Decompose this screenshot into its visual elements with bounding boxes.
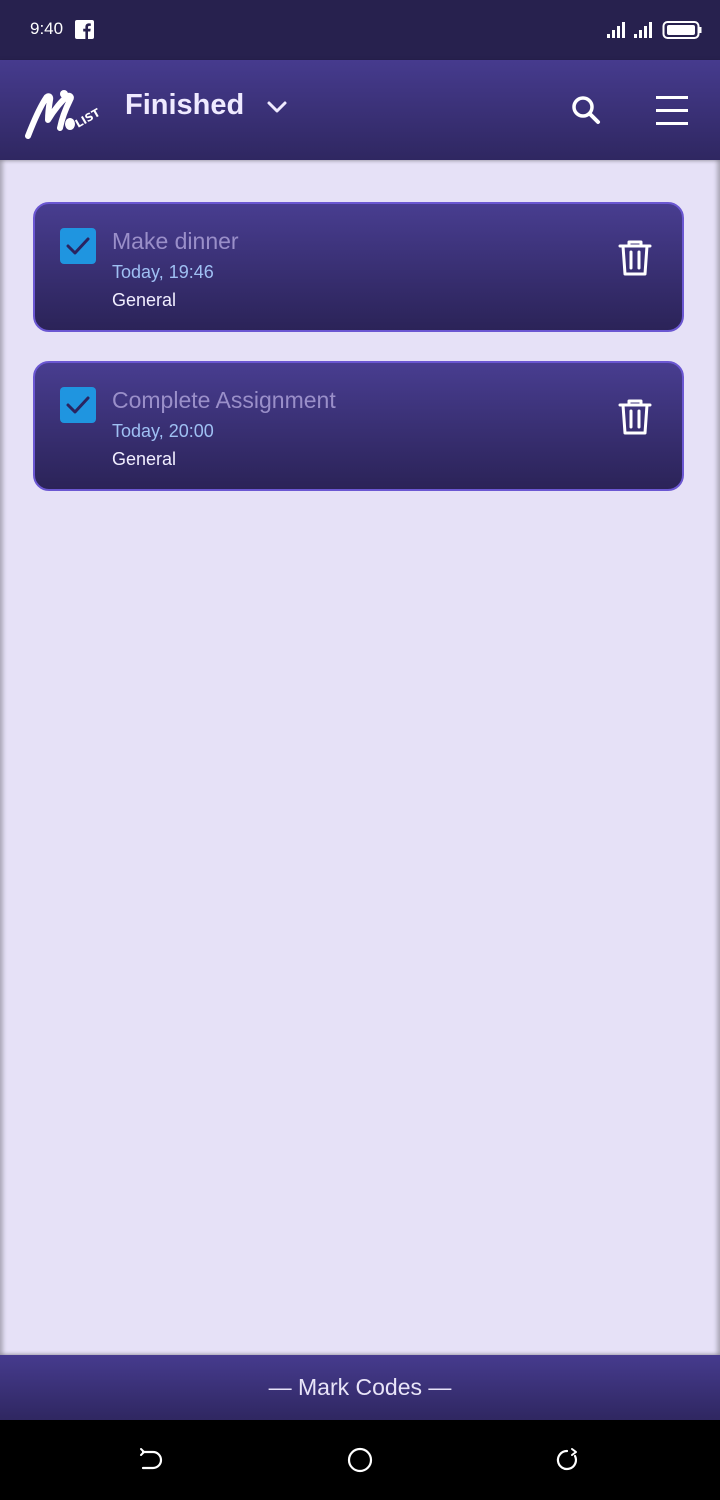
task-checkbox[interactable] [60, 387, 96, 423]
svg-text:LIST: LIST [73, 106, 103, 131]
recent-apps-icon[interactable] [553, 1446, 581, 1474]
task-title: Make dinner [112, 228, 239, 254]
task-card[interactable]: Make dinner Today, 19:46 General [33, 202, 684, 332]
footer-credit: — Mark Codes — [268, 1374, 452, 1400]
trash-icon[interactable] [613, 395, 657, 439]
home-icon[interactable] [346, 1446, 374, 1474]
task-list: Make dinner Today, 19:46 General Complet… [0, 160, 720, 1355]
page-title[interactable]: Finished [125, 89, 244, 122]
signal-icon [607, 22, 625, 38]
status-time: 9:40 [30, 19, 64, 38]
task-card[interactable]: Complete Assignment Today, 20:00 General [33, 361, 684, 491]
chevron-down-icon[interactable] [264, 94, 290, 120]
task-title: Complete Assignment [112, 387, 336, 413]
task-category: General [112, 449, 177, 469]
hamburger-menu-icon[interactable] [650, 88, 694, 132]
signal-icon [634, 22, 652, 38]
task-checkbox[interactable] [60, 228, 96, 264]
battery-icon [662, 21, 702, 39]
task-category: General [112, 290, 177, 310]
checkmark-icon [66, 237, 90, 255]
app-logo: LIST [25, 90, 103, 139]
status-bar: 9:40 [0, 0, 720, 60]
trash-icon[interactable] [613, 236, 657, 280]
task-time: Today, 20:00 [112, 421, 214, 441]
checkmark-icon [66, 396, 90, 414]
search-icon[interactable] [564, 88, 608, 132]
facebook-icon [75, 20, 94, 39]
back-icon[interactable] [137, 1446, 165, 1474]
footer: — Mark Codes — [0, 1355, 720, 1420]
system-nav-bar [0, 1420, 720, 1500]
task-time: Today, 19:46 [112, 262, 214, 282]
app-bar: LIST Finished [0, 60, 720, 160]
